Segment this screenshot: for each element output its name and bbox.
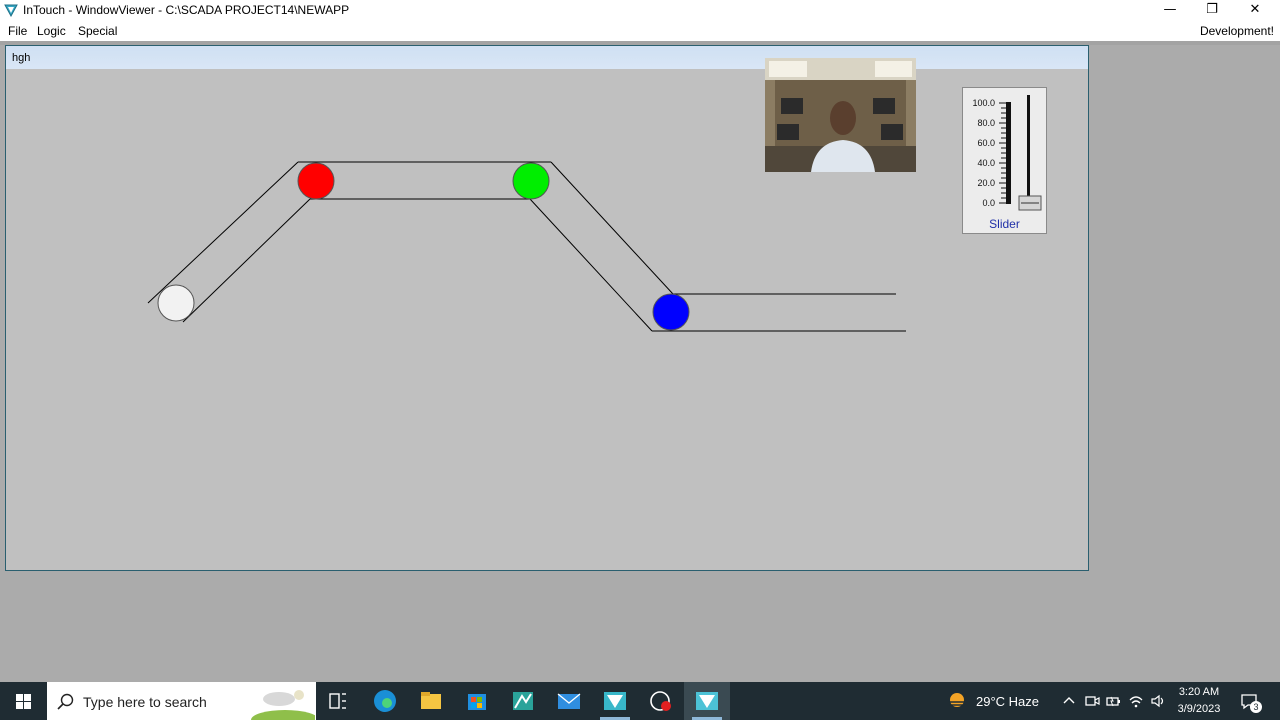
slider-track: [1027, 95, 1030, 207]
conveyor-line: [182, 198, 311, 323]
task-view-button[interactable]: [315, 682, 361, 720]
taskbar-file-explorer[interactable]: [408, 682, 454, 720]
chevron-up-icon[interactable]: [1060, 692, 1078, 710]
store-icon: [468, 694, 486, 710]
webcam-overlay: [765, 58, 916, 172]
taskbar-store[interactable]: [454, 682, 500, 720]
conveyor-line: [550, 161, 674, 295]
file-explorer-icon: [421, 692, 441, 709]
taskbar-intouch-manager[interactable]: [500, 682, 546, 720]
taskbar-edge[interactable]: [362, 682, 408, 720]
task-view-icon: [329, 693, 346, 709]
conveyor-diagram: [147, 161, 906, 332]
taskbar-mail[interactable]: [546, 682, 592, 720]
search-highlight-image: [251, 690, 315, 720]
webcam-image: [765, 58, 916, 172]
taskbar-windowviewer[interactable]: [684, 682, 730, 720]
volume-icon[interactable]: [1149, 692, 1167, 710]
white-ball: [157, 284, 195, 322]
slider-control[interactable]: 100.0 80.0 60.0 40.0 20.0 0.0 Slider: [962, 87, 1047, 234]
taskbar: Type here to search 29°C Haze 3:20 AM 3/…: [0, 682, 1280, 720]
intouch-manager-icon: [513, 692, 533, 710]
windows-logo-icon: [16, 694, 31, 709]
recorder-icon: [650, 691, 671, 711]
weather-text[interactable]: 29°C Haze: [976, 694, 1039, 709]
search-icon: [57, 693, 74, 710]
weather-haze-icon: [949, 693, 965, 707]
slider-scale: [999, 95, 1042, 211]
blue-ball: [652, 293, 690, 331]
edge-icon: [374, 690, 396, 712]
slider-label: Slider: [989, 217, 1020, 231]
clock-date[interactable]: 3/9/2023: [1172, 703, 1226, 715]
meet-now-icon[interactable]: [1083, 692, 1101, 710]
notification-count-badge: 3: [1250, 701, 1262, 713]
green-ball: [512, 162, 550, 200]
clock-time[interactable]: 3:20 AM: [1172, 686, 1226, 698]
taskbar-recorder[interactable]: [638, 682, 684, 720]
taskbar-intouch-app[interactable]: [592, 682, 638, 720]
taskbar-search-box[interactable]: Type here to search: [47, 682, 316, 720]
windowviewer-icon: [696, 692, 718, 710]
battery-icon[interactable]: [1104, 692, 1122, 710]
conveyor-line: [529, 198, 653, 332]
search-placeholder: Type here to search: [83, 694, 207, 710]
start-button[interactable]: [0, 682, 47, 720]
red-ball: [297, 162, 335, 200]
mail-icon: [557, 693, 581, 709]
slider-handle[interactable]: [1018, 195, 1042, 211]
wifi-icon[interactable]: [1127, 692, 1145, 710]
intouch-app-icon: [604, 692, 626, 710]
